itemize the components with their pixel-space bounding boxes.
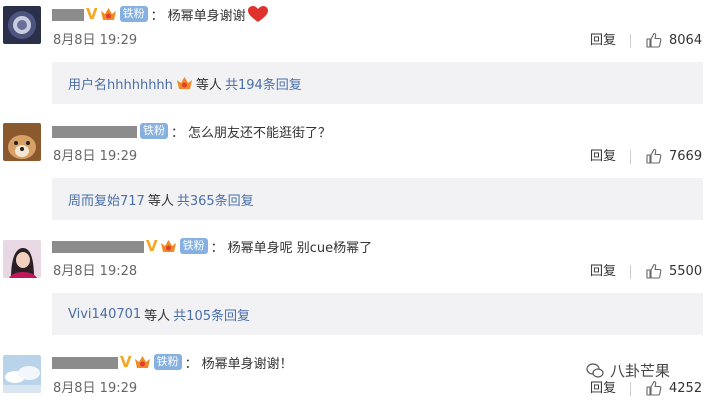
wechat-icon: [586, 362, 604, 378]
tiefen-badge: 铁粉: [119, 6, 148, 22]
divider: [630, 150, 631, 164]
comment-date: 8月8日 19:29: [53, 381, 138, 396]
reply-username-link[interactable]: 用户名hhhhhhhh: [68, 74, 173, 93]
comment-text: 杨幂单身呢 别cue杨幂了: [227, 240, 373, 256]
avatar[interactable]: [3, 355, 41, 393]
verified-v-icon: V: [120, 353, 132, 371]
total-replies-link[interactable]: 共105条回复: [173, 305, 250, 324]
tiefen-badge: 铁粉: [153, 354, 182, 370]
thumbs-up-icon[interactable]: [645, 32, 662, 49]
like-count: 7669: [669, 149, 703, 164]
watermark: 八卦芒果: [586, 360, 670, 381]
avatar[interactable]: [3, 6, 41, 44]
total-replies-link[interactable]: 共365条回复: [177, 190, 254, 209]
comment-date: 8月8日 19:29: [53, 33, 138, 48]
comment-date: 8月8日 19:28: [53, 264, 138, 279]
reply-username-link[interactable]: Vivi140701: [68, 307, 141, 322]
verified-v-icon: V: [146, 237, 158, 255]
blurred-username[interactable]: [52, 240, 144, 253]
avatar-image: [3, 6, 41, 44]
replies-summary[interactable]: 周而复始717 等人 共365条回复: [52, 178, 703, 220]
colon: ：: [150, 8, 164, 24]
reply-button[interactable]: 回复: [590, 32, 616, 50]
avatar[interactable]: [3, 240, 41, 278]
vip-crown-icon: [100, 7, 117, 21]
vip-crown-icon: [176, 76, 193, 90]
avatar-image: [3, 240, 41, 278]
tiefen-badge: 铁粉: [140, 123, 168, 139]
thumbs-up-icon[interactable]: [645, 263, 662, 280]
tiefen-badge: 铁粉: [179, 238, 208, 254]
blurred-username[interactable]: [52, 356, 118, 369]
avatar[interactable]: [3, 123, 41, 161]
comment-text: 杨幂单身谢谢！: [201, 356, 293, 372]
avatar-image: [3, 123, 41, 161]
vip-crown-icon: [134, 355, 151, 369]
like-count: 5500: [669, 264, 703, 279]
blurred-username[interactable]: [52, 125, 137, 138]
verified-v-icon: V: [86, 5, 98, 23]
reply-username-link[interactable]: 周而复始717: [68, 190, 145, 209]
reply-button[interactable]: 回复: [590, 148, 616, 166]
divider: [630, 265, 631, 279]
replies-others-label: 等人: [195, 77, 222, 93]
divider: [630, 34, 631, 48]
replies-others-label: 等人: [144, 308, 171, 324]
watermark-text: 八卦芒果: [610, 362, 671, 380]
colon: ：: [171, 125, 185, 141]
reply-button[interactable]: 回复: [590, 380, 616, 398]
comment-text: 怎么朋友还不能逛街了？: [188, 125, 332, 141]
like-count: 4252: [669, 381, 703, 396]
colon: ：: [184, 356, 198, 372]
like-count: 8064: [669, 33, 703, 48]
total-replies-link[interactable]: 共194条回复: [225, 74, 302, 93]
vip-crown-icon: [160, 239, 177, 253]
blurred-username[interactable]: [52, 8, 84, 21]
replies-summary[interactable]: 用户名hhhhhhhh 等人 共194条回复: [52, 62, 703, 104]
colon: ：: [210, 240, 224, 256]
avatar-image: [3, 355, 41, 393]
replies-others-label: 等人: [147, 193, 174, 209]
thumbs-up-icon[interactable]: [645, 380, 662, 397]
thumbs-up-icon[interactable]: [645, 148, 662, 165]
reply-button[interactable]: 回复: [590, 263, 616, 281]
comment-text: 杨幂单身谢谢: [167, 8, 246, 24]
comment-date: 8月8日 19:29: [53, 149, 138, 164]
heart-icon: [247, 5, 269, 23]
replies-summary[interactable]: Vivi140701 等人 共105条回复: [52, 293, 703, 335]
divider: [630, 382, 631, 396]
